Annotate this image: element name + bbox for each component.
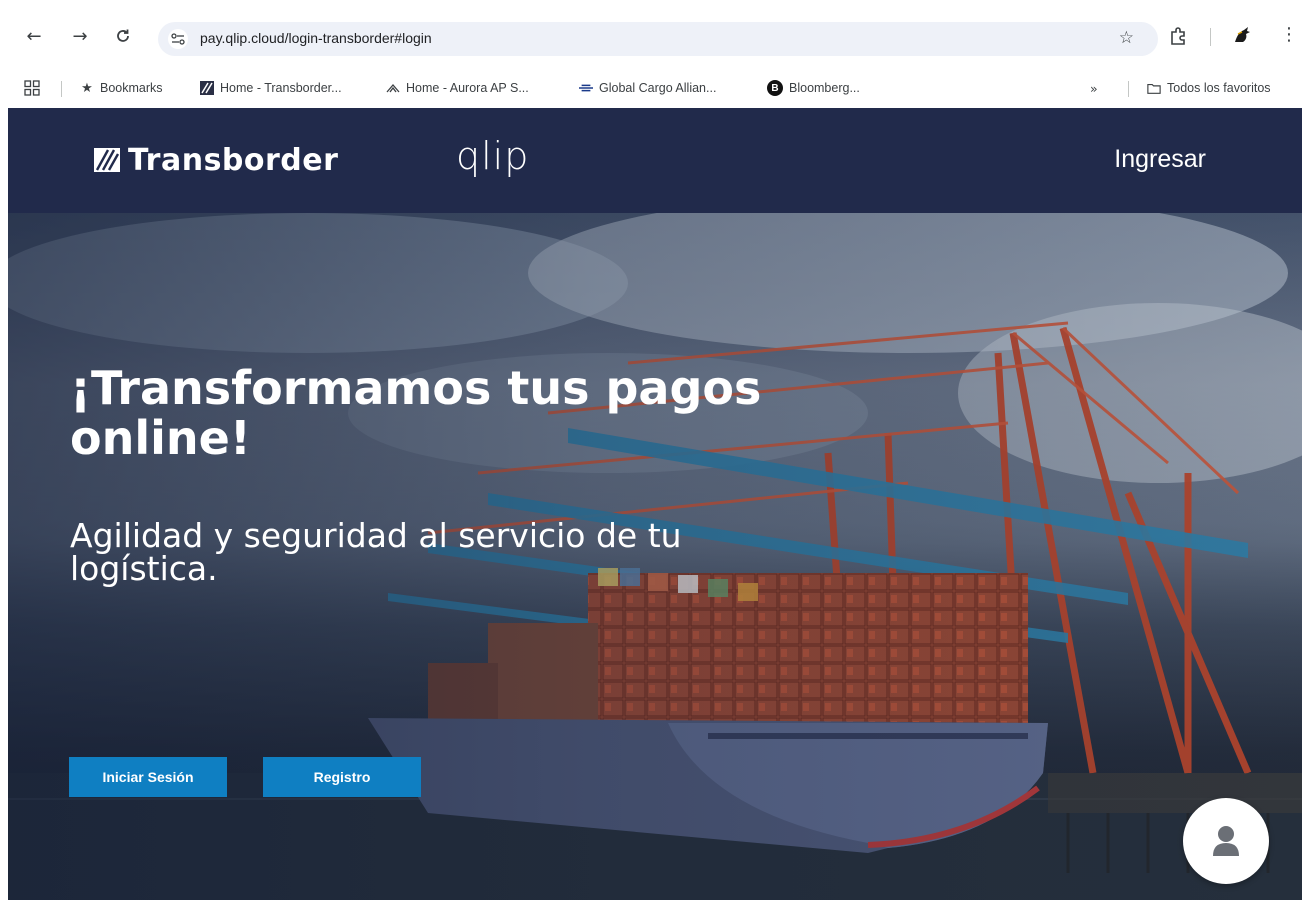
toolbar-divider [1210,28,1211,46]
all-bookmarks-folder[interactable]: Todos los favoritos [1147,78,1271,98]
bookmark-label: Home - Transborder... [220,81,342,95]
menu-kebab-icon[interactable]: ⋮ [1280,24,1298,45]
url-text[interactable]: pay.qlip.cloud/login-transborder#login [200,30,432,46]
page-content: Transborder qlip Ingresar ¡Transformamos… [8,108,1302,900]
apps-grid-icon[interactable] [24,78,40,98]
bookmark-label: Global Cargo Allian... [599,81,717,95]
forward-icon[interactable]: → [68,24,92,48]
profile-avatar[interactable] [1229,22,1255,53]
transborder-logo-mark-icon [94,148,120,172]
hero-title: ¡Transformamos tus pagos online! [70,361,762,465]
bookmark-item-bookmarks[interactable]: ★ Bookmarks [80,78,163,98]
bookmark-item-global-cargo[interactable]: Global Cargo Allian... [579,78,716,98]
bookmark-item-bloomberg[interactable]: B Bloomberg... [767,78,860,98]
star-icon: ★ [81,80,93,96]
transborder-favicon-icon [200,81,214,95]
user-icon [1213,826,1239,856]
back-icon[interactable]: ← [22,24,46,48]
site-header: Transborder qlip Ingresar [8,108,1302,213]
bookmark-star-icon[interactable]: ☆ [1119,28,1134,48]
register-button[interactable]: Registro [263,757,421,797]
bookmarks-divider [61,81,62,97]
bookmark-item-transborder[interactable]: Home - Transborder... [200,78,342,98]
bookmark-item-aurora[interactable]: Home - Aurora AP S... [386,78,529,98]
qlip-logo: qlip [456,134,530,178]
all-bookmarks-label: Todos los favoritos [1167,81,1271,95]
bookmarks-overflow-button[interactable]: » [1090,78,1098,98]
header-login-link[interactable]: Ingresar [1114,145,1206,174]
brand-name: Transborder [128,142,339,178]
folder-icon [1147,81,1161,95]
bookmark-label: Bloomberg... [789,81,860,95]
browser-toolbar: ← → pay.qlip.cloud/login-transborder#log… [0,0,1302,70]
login-button[interactable]: Iniciar Sesión [69,757,227,797]
bookmark-label: Home - Aurora AP S... [406,81,529,95]
extensions-icon[interactable] [1168,26,1188,51]
bloomberg-favicon-icon: B [767,80,783,96]
bookmark-label: Bookmarks [100,81,163,95]
reload-icon[interactable] [111,24,135,48]
global-cargo-favicon-icon [579,81,593,95]
address-bar[interactable]: pay.qlip.cloud/login-transborder#login ☆ [158,22,1158,56]
aurora-favicon-icon [386,81,400,95]
chat-support-button[interactable] [1183,798,1269,884]
transborder-logo[interactable]: Transborder [94,142,338,178]
hero-subtitle: Agilidad y seguridad al servicio de tu l… [70,516,682,588]
bookmarks-bar: ★ Bookmarks Home - Transborder... Home -… [0,70,1302,106]
site-settings-icon[interactable] [168,29,188,49]
hero-section: ¡Transformamos tus pagos online! Agilida… [8,213,1302,900]
bookmarks-divider [1128,81,1129,97]
